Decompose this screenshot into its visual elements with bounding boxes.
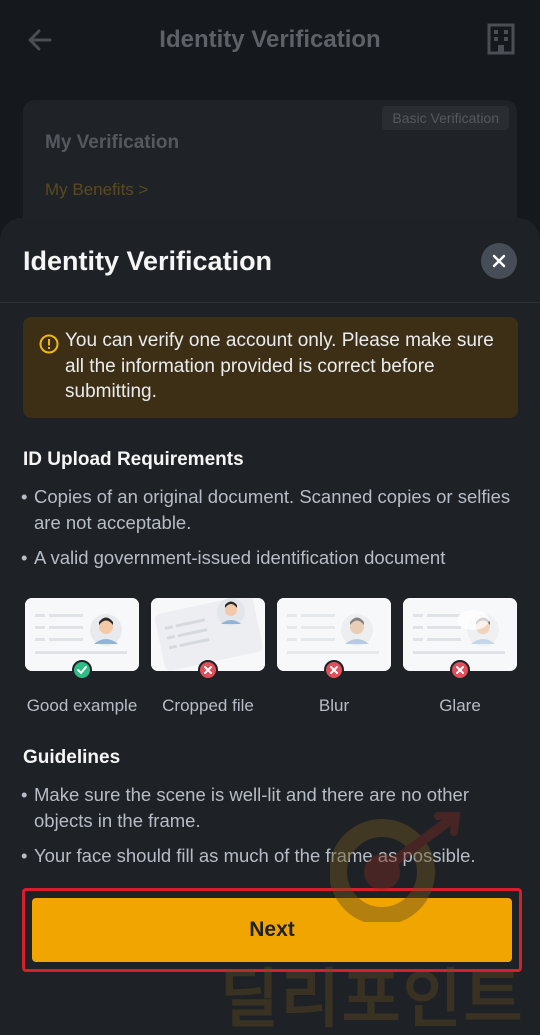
- x-icon: [204, 666, 212, 674]
- target-logo-icon: [330, 812, 461, 922]
- warning-banner: You can verify one account only. Please …: [23, 317, 518, 418]
- id-requirements-heading: ID Upload Requirements: [23, 449, 244, 470]
- example-label: Blur: [318, 696, 350, 715]
- valid-status-badge: [72, 660, 92, 680]
- example-label: Cropped file: [162, 696, 254, 715]
- close-button[interactable]: [481, 243, 517, 279]
- x-icon: [456, 666, 464, 674]
- warning-text: You can verify one account only. Please …: [65, 330, 494, 402]
- my-benefits-link[interactable]: My Benefits >: [45, 180, 148, 200]
- close-icon: [492, 254, 506, 268]
- example-label: Good example: [26, 696, 138, 715]
- x-icon: [330, 666, 338, 674]
- check-icon: [77, 666, 87, 674]
- watermark: 딜리포인트: [220, 963, 525, 1035]
- divider: [0, 302, 540, 303]
- verification-level-badge: Basic Verification: [382, 106, 509, 130]
- sheet-title: Identity Verification: [23, 246, 273, 276]
- guidelines-heading: Guidelines: [23, 747, 121, 768]
- requirement-item: • A valid government-issued identificatio…: [21, 547, 446, 568]
- id-examples: Good example Cropped file Blur Glare: [0, 598, 540, 718]
- requirement-item: • Copies of an original document. Scanned…: [21, 486, 511, 533]
- building-icon[interactable]: [484, 22, 518, 56]
- invalid-status-badge: [450, 660, 470, 680]
- invalid-status-badge: [198, 660, 218, 680]
- top-bar: Identity Verification: [0, 0, 540, 80]
- example-label: Glare: [439, 696, 481, 715]
- verification-card-title: My Verification: [45, 132, 180, 153]
- invalid-status-badge: [324, 660, 344, 680]
- warning-icon: [39, 334, 59, 354]
- page-title: Identity Verification: [159, 26, 381, 53]
